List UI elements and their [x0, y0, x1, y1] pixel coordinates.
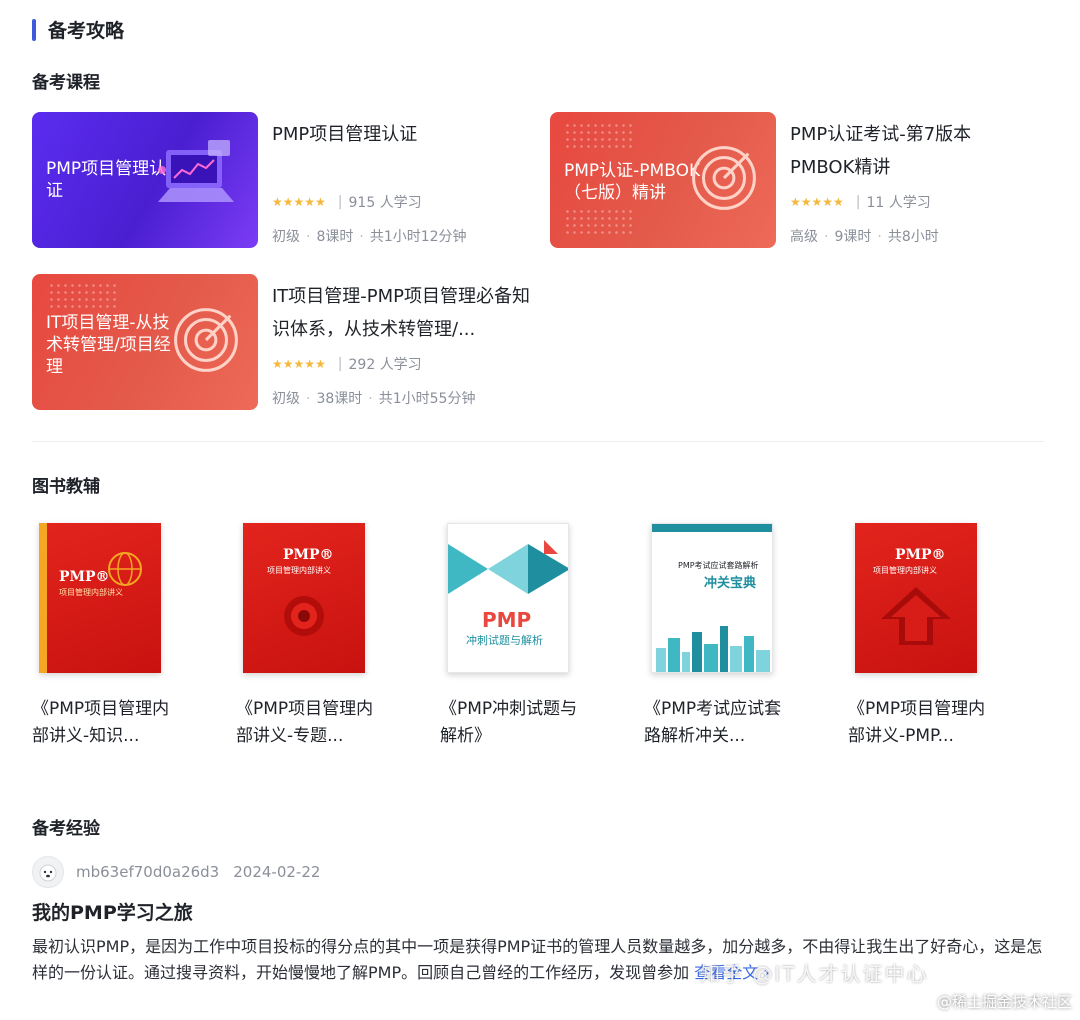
author-name[interactable]: mb63ef70d0a26d3 — [76, 863, 219, 881]
book-cover[interactable]: PMP® 项目管理内部讲义 — [243, 523, 365, 673]
skyline-icon — [656, 626, 770, 672]
rating-stars-icon: ★★★★★ — [272, 357, 326, 371]
course-title[interactable]: PMP项目管理认证 — [272, 118, 532, 151]
avatar[interactable] — [32, 856, 64, 888]
experience-heading: 备考经验 — [32, 819, 100, 839]
thumbnail-label: PMP认证-PMBOK（七版）精讲 — [564, 161, 701, 203]
course-thumbnail[interactable]: IT项目管理-从技术转管理/项目经理 — [32, 274, 258, 410]
course-card-pmbok[interactable]: PMP认证-PMBOK（七版）精讲 PMP认证考试-第7版本PMBOK精讲 ★★… — [550, 112, 1010, 248]
section-accent-bar — [32, 18, 36, 41]
juejin-watermark: @稀土掘金技术社区 — [936, 993, 1072, 1011]
target-icon — [284, 596, 324, 636]
course-thumbnail[interactable]: PMP项目管理认证 — [32, 112, 258, 248]
book-title[interactable]: 《PMP项目管理内部讲义-PMP... — [848, 696, 998, 750]
course-stats: ★★★★★ | 292 人学习 — [272, 354, 422, 374]
author-row: mb63ef70d0a26d3 2024-02-22 — [32, 856, 320, 888]
course-duration: 共8小时 — [887, 229, 939, 245]
book-title[interactable]: 《PMP项目管理内部讲义-知识... — [32, 696, 182, 750]
course-lessons: 38课时 — [316, 391, 363, 407]
course-card-it-pm[interactable]: IT项目管理-从技术转管理/项目经理 IT项目管理-PMP项目管理必备知识体系，… — [32, 274, 532, 410]
book-cover[interactable]: PMP 冲刺试题与解析 — [447, 523, 569, 673]
course-title[interactable]: PMP认证考试-第7版本PMBOK精讲 — [790, 118, 1010, 184]
course-level: 初级 — [272, 229, 300, 245]
bear-avatar-icon — [39, 864, 57, 882]
section-header: 备考攻略 — [32, 16, 124, 43]
target-icon — [692, 146, 756, 210]
decoration-dots — [564, 122, 634, 150]
book-title[interactable]: 《PMP考试应试套路解析冲关... — [644, 696, 794, 750]
course-card-pmp[interactable]: PMP项目管理认证 PMP项目管理认证 ★★★★★ | 915 人学习 初级 · 8… — [32, 112, 532, 248]
rating-stars-icon: ★★★★★ — [790, 195, 844, 209]
learner-count: 915 人学习 — [348, 195, 422, 211]
decoration-dots — [48, 282, 118, 310]
divider: | — [855, 194, 861, 210]
books-heading: 图书教辅 — [32, 477, 100, 497]
page-title: 备考攻略 — [48, 20, 125, 42]
thumbnail-label: IT项目管理-从技术转管理/项目经理 — [46, 313, 171, 377]
course-duration: 共1小时55分钟 — [378, 391, 476, 407]
post-date: 2024-02-22 — [233, 863, 321, 881]
section-divider — [32, 441, 1044, 442]
course-meta: 高级 · 9课时 · 共8小时 — [790, 229, 939, 245]
course-level: 高级 — [790, 229, 818, 245]
post-title[interactable]: 我的PMP学习之旅 — [32, 898, 193, 925]
course-lessons: 9课时 — [834, 229, 872, 245]
book-cover[interactable]: PMP® 项目管理内部讲义 — [39, 523, 161, 673]
course-thumbnail[interactable]: PMP认证-PMBOK（七版）精讲 — [550, 112, 776, 248]
rating-stars-icon: ★★★★★ — [272, 195, 326, 209]
learner-count: 11 人学习 — [866, 195, 931, 211]
zhihu-watermark: 知乎 @IT人才认证中心 — [700, 962, 929, 986]
book-title[interactable]: 《PMP冲刺试题与解析》 — [440, 696, 590, 750]
decoration-dots — [564, 208, 634, 236]
target-icon — [174, 308, 238, 372]
course-meta: 初级 · 38课时 · 共1小时55分钟 — [272, 391, 476, 407]
course-stats: ★★★★★ | 915 人学习 — [272, 192, 422, 212]
course-duration: 共1小时12分钟 — [369, 229, 467, 245]
course-level: 初级 — [272, 391, 300, 407]
course-meta: 初级 · 8课时 · 共1小时12分钟 — [272, 229, 467, 245]
courses-heading: 备考课程 — [32, 73, 100, 93]
divider: | — [337, 194, 343, 210]
learner-count: 292 人学习 — [348, 357, 422, 373]
globe-icon — [108, 552, 142, 586]
book-cover[interactable]: PMP® 项目管理内部讲义 — [855, 523, 977, 673]
laptop-illustration-icon — [158, 140, 234, 202]
course-title[interactable]: IT项目管理-PMP项目管理必备知识体系，从技术转管理/... — [272, 280, 532, 346]
arrow-up-icon — [881, 587, 951, 645]
divider: | — [337, 356, 343, 372]
course-stats: ★★★★★ | 11 人学习 — [790, 192, 931, 212]
triangle-pattern-icon — [448, 540, 568, 594]
course-lessons: 8课时 — [316, 229, 354, 245]
book-cover[interactable]: PMP考试应试套路解析 冲关宝典 — [651, 523, 773, 673]
book-title[interactable]: 《PMP项目管理内部讲义-专题... — [236, 696, 386, 750]
